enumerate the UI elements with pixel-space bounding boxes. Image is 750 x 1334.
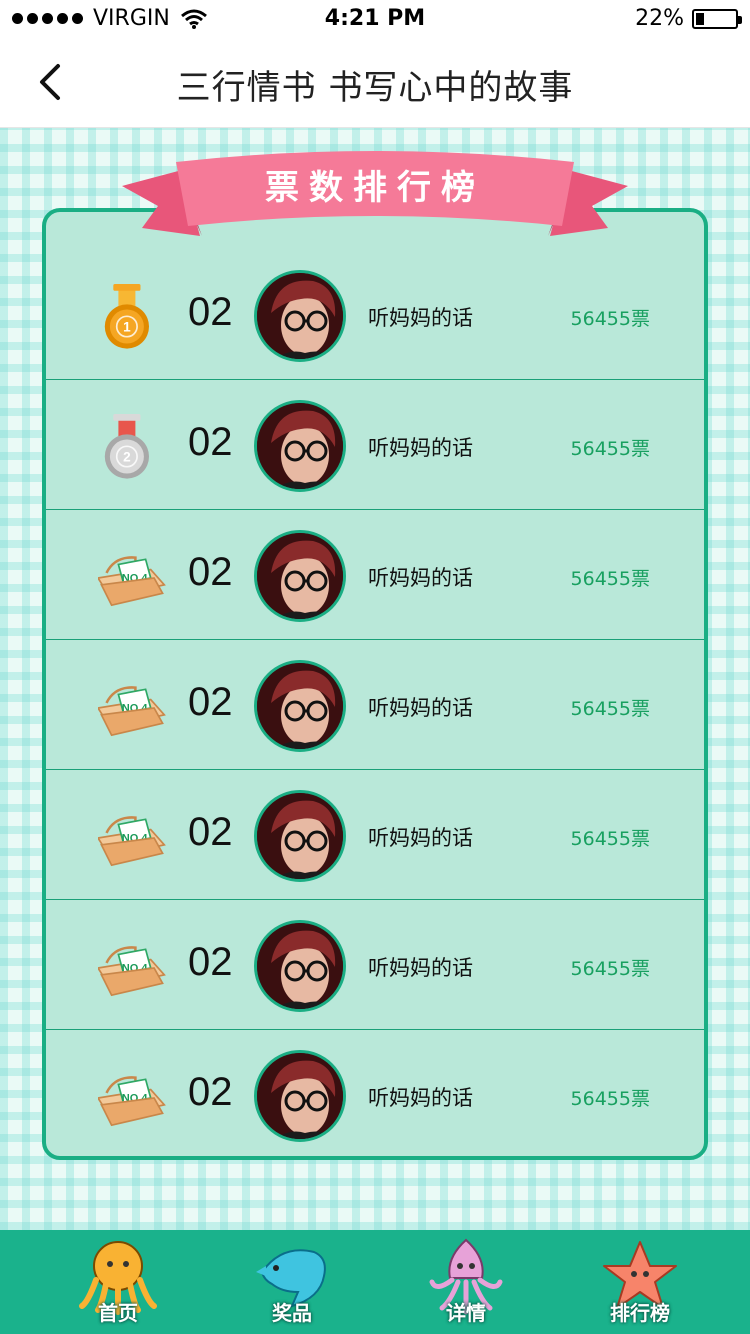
tab-bar: 首页 奖品 详情 排行榜 [0,1230,750,1334]
vote-count: 56455票 [570,568,650,590]
tab-ranking[interactable]: 排行榜 [570,1230,710,1334]
vote-count: 56455票 [570,1088,650,1110]
avatar-portrait-icon [257,533,343,619]
vote-count: 56455票 [570,308,650,330]
entry-name: 听妈妈的话 [368,436,473,460]
battery-icon [692,8,742,29]
entry-number: 02 [188,940,233,984]
tab-home[interactable]: 首页 [48,1230,188,1334]
gold-medal-icon: 1 [104,284,149,349]
entry-name: 听妈妈的话 [368,956,473,980]
entry-number: 02 [188,550,233,594]
vote-count: 56455票 [570,438,650,460]
vote-count: 56455票 [570,828,650,850]
basket-icon: NO.4 [98,686,166,737]
vote-count: 56455票 [570,698,650,720]
tab-home-label: 首页 [98,1301,138,1325]
basket-icon: NO.4 [98,816,166,867]
ranking-row[interactable]: NO.4 02 听妈妈的话 56455票 [46,510,704,640]
basket-icon: NO.4 [98,946,166,997]
basket-icon: NO.4 [98,556,166,607]
entry-name: 听妈妈的话 [368,566,473,590]
tab-details-label: 详情 [446,1301,486,1325]
nav-bar: 三行情书 书写心中的故事 [0,40,750,128]
avatar-portrait-icon [257,923,343,1009]
vote-count: 56455票 [570,958,650,980]
tab-details[interactable]: 详情 [396,1230,536,1334]
medal-number: 2 [123,450,131,465]
entry-number: 02 [188,290,233,334]
ranking-row[interactable]: NO.4 02 听妈妈的话 56455票 [46,640,704,770]
ribbon-title: 票数排行榜 [265,168,485,208]
entry-number: 02 [188,420,233,464]
status-bar: VIRGIN 4:21 PM 22% [0,0,750,40]
entry-number: 02 [188,680,233,724]
ranking-board: 1 02 听妈妈的话 56455票 2 02 听妈妈的话 56455票 NO.4 02 听妈妈的话 5… [42,208,708,1160]
avatar[interactable] [254,790,346,882]
avatar[interactable] [254,270,346,362]
avatar-portrait-icon [257,273,343,359]
ranking-row[interactable]: NO.4 02 听妈妈的话 56455票 [46,1030,704,1160]
entry-name: 听妈妈的话 [368,696,473,720]
status-right: 22% [635,6,742,31]
ranking-row[interactable]: 1 02 听妈妈的话 56455票 [46,250,704,380]
entry-name: 听妈妈的话 [368,826,473,850]
entry-number: 02 [188,810,233,854]
avatar-portrait-icon [257,403,343,489]
avatar[interactable] [254,530,346,622]
tab-prizes[interactable]: 奖品 [222,1230,362,1334]
silver-medal-icon: 2 [104,414,149,479]
battery-percent: 22% [635,6,684,31]
page-title: 三行情书 书写心中的故事 [176,68,574,108]
tab-prizes-label: 奖品 [272,1301,312,1325]
avatar[interactable] [254,1050,346,1142]
entry-number: 02 [188,1070,233,1114]
avatar-portrait-icon [257,1053,343,1139]
ranking-row[interactable]: NO.4 02 听妈妈的话 56455票 [46,900,704,1030]
avatar-portrait-icon [257,793,343,879]
avatar-portrait-icon [257,663,343,749]
entry-name: 听妈妈的话 [368,306,473,330]
ranking-list: 1 02 听妈妈的话 56455票 2 02 听妈妈的话 56455票 NO.4 02 听妈妈的话 5… [46,250,704,1160]
medal-number: 1 [123,320,131,335]
tab-ranking-label: 排行榜 [610,1301,670,1325]
basket-icon: NO.4 [98,1076,166,1127]
ranking-row[interactable]: NO.4 02 听妈妈的话 56455票 [46,770,704,900]
entry-name: 听妈妈的话 [368,1086,473,1110]
avatar[interactable] [254,660,346,752]
avatar[interactable] [254,400,346,492]
avatar[interactable] [254,920,346,1012]
ranking-row[interactable]: 2 02 听妈妈的话 56455票 [46,380,704,510]
